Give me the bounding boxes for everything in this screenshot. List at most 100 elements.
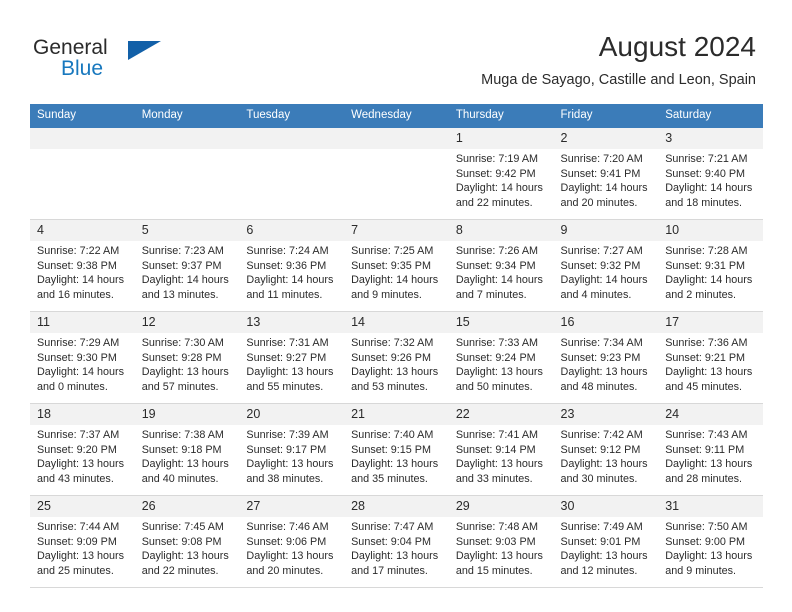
calendar-day-cell[interactable]: 11 Sunrise: 7:29 AM Sunset: 9:30 PM Dayligh… <box>30 311 135 404</box>
sunset-text: Sunset: 9:15 PM <box>351 443 431 456</box>
daylight-text-line2: and 40 minutes. <box>141 472 219 485</box>
calendar-day-cell[interactable]: 21 Sunrise: 7:40 AM Sunset: 9:15 PM Dayligh… <box>344 403 449 496</box>
day-number: 6 <box>239 220 345 241</box>
sunset-text: Sunset: 9:01 PM <box>560 535 641 548</box>
calendar-grid: Sunday Monday Tuesday Wednesday Thursday Frid… <box>30 104 763 588</box>
day-number: 30 <box>553 496 659 517</box>
day-details: Sunrise: 7:22 AM Sunset: 9:38 PM Daylight:… <box>30 241 135 302</box>
day-number: 16 <box>553 312 659 333</box>
daylight-text-line1: Daylight: 13 hours <box>351 458 439 471</box>
calendar-day-cell[interactable]: 12 Sunrise: 7:30 AM Sunset: 9:28 PM Dayligh… <box>134 311 240 404</box>
daylight-text-line2: and 50 minutes. <box>455 380 533 393</box>
daylight-text-line1: Daylight: 13 hours <box>455 550 543 563</box>
calendar-day-cell[interactable]: 29 Sunrise: 7:48 AM Sunset: 9:03 PM Dayligh… <box>448 495 554 588</box>
sunrise-text: Sunrise: 7:46 AM <box>246 521 329 533</box>
daylight-text-line1: Daylight: 14 hours <box>141 274 229 287</box>
calendar-day-cell[interactable]: 23 Sunrise: 7:42 AM Sunset: 9:12 PM Dayligh… <box>553 403 659 496</box>
daylight-text-line1: Daylight: 13 hours <box>665 458 753 471</box>
calendar-day-cell[interactable]: 7 Sunrise: 7:25 AM Sunset: 9:35 PM Daylight… <box>344 219 449 312</box>
sunset-text: Sunset: 9:21 PM <box>665 351 746 364</box>
sunset-text: Sunset: 9:42 PM <box>455 167 536 180</box>
day-number: 24 <box>658 404 763 425</box>
location-subtitle: Muga de Sayago, Castille and Leon, Spain <box>481 72 756 88</box>
calendar-day-cell[interactable]: 4 Sunrise: 7:22 AM Sunset: 9:38 PM Daylight… <box>30 219 135 312</box>
day-details: Sunrise: 7:23 AM Sunset: 9:37 PM Daylight:… <box>135 241 240 302</box>
day-number: 18 <box>30 404 135 425</box>
sunset-text: Sunset: 9:03 PM <box>455 535 536 548</box>
calendar-day-cell[interactable]: 17 Sunrise: 7:36 AM Sunset: 9:21 PM Dayligh… <box>658 311 763 404</box>
day-details: Sunrise: 7:46 AM Sunset: 9:06 PM Daylight:… <box>239 517 344 578</box>
daylight-text-line1: Daylight: 13 hours <box>560 550 648 563</box>
day-details: Sunrise: 7:33 AM Sunset: 9:24 PM Daylight:… <box>449 333 554 394</box>
calendar-day-cell[interactable]: 1 Sunrise: 7:19 AM Sunset: 9:42 PM Daylight… <box>448 127 554 220</box>
day-details: Sunrise: 7:43 AM Sunset: 9:11 PM Daylight:… <box>658 425 763 486</box>
daylight-text-line2: and 7 minutes. <box>455 288 527 301</box>
daylight-text-line2: and 12 minutes. <box>560 564 638 577</box>
sunrise-text: Sunrise: 7:45 AM <box>141 521 224 533</box>
calendar-day-cell[interactable]: 16 Sunrise: 7:34 AM Sunset: 9:23 PM Dayligh… <box>553 311 659 404</box>
calendar-day-cell[interactable]: 19 Sunrise: 7:38 AM Sunset: 9:18 PM Dayligh… <box>134 403 240 496</box>
weekday-header-wednesday: Wednesday <box>344 104 449 128</box>
daylight-text-line2: and 20 minutes. <box>246 564 324 577</box>
daylight-text-line2: and 30 minutes. <box>560 472 638 485</box>
daylight-text-line1: Daylight: 13 hours <box>141 458 229 471</box>
daylight-text-line2: and 57 minutes. <box>141 380 219 393</box>
calendar-day-cell[interactable]: 9 Sunrise: 7:27 AM Sunset: 9:32 PM Daylight… <box>553 219 659 312</box>
sunrise-text: Sunrise: 7:19 AM <box>455 153 539 165</box>
daylight-text-line2: and 22 minutes. <box>455 196 533 209</box>
day-number: 13 <box>239 312 345 333</box>
daylight-text-line1: Daylight: 14 hours <box>455 274 543 287</box>
daylight-text-line2: and 53 minutes. <box>351 380 428 393</box>
calendar-day-cell[interactable]: 5 Sunrise: 7:23 AM Sunset: 9:37 PM Daylight… <box>134 219 240 312</box>
sunrise-text: Sunrise: 7:25 AM <box>351 245 434 257</box>
day-details: Sunrise: 7:19 AM Sunset: 9:42 PM Daylight:… <box>449 149 554 210</box>
calendar-day-cell[interactable]: 3 Sunrise: 7:21 AM Sunset: 9:40 PM Daylight… <box>658 127 763 220</box>
daylight-text-line1: Daylight: 13 hours <box>665 550 753 563</box>
daylight-text-line2: and 0 minutes. <box>37 380 108 393</box>
calendar-day-cell[interactable]: 2 Sunrise: 7:20 AM Sunset: 9:41 PM Daylight… <box>553 127 659 220</box>
calendar-day-cell[interactable]: 26 Sunrise: 7:45 AM Sunset: 9:08 PM Dayligh… <box>134 495 240 588</box>
calendar-day-cell[interactable]: 13 Sunrise: 7:31 AM Sunset: 9:27 PM Dayligh… <box>239 311 345 404</box>
sunset-text: Sunset: 9:00 PM <box>665 535 746 548</box>
calendar-day-cell[interactable]: 6 Sunrise: 7:24 AM Sunset: 9:36 PM Daylight… <box>239 219 345 312</box>
calendar-day-cell[interactable]: 30 Sunrise: 7:49 AM Sunset: 9:01 PM Dayligh… <box>553 495 659 588</box>
daylight-text-line1: Daylight: 13 hours <box>351 550 439 563</box>
day-details: Sunrise: 7:48 AM Sunset: 9:03 PM Daylight:… <box>449 517 554 578</box>
calendar-day-cell[interactable]: 15 Sunrise: 7:33 AM Sunset: 9:24 PM Dayligh… <box>448 311 554 404</box>
calendar-header-row: Sunday Monday Tuesday Wednesday Thursday Frid… <box>30 104 763 128</box>
day-number: 4 <box>30 220 135 241</box>
logo-text-blue: Blue <box>61 57 104 80</box>
sunset-text: Sunset: 9:38 PM <box>37 259 117 272</box>
day-number: 12 <box>134 312 240 333</box>
calendar-day-cell[interactable]: 28 Sunrise: 7:47 AM Sunset: 9:04 PM Dayligh… <box>344 495 449 588</box>
weekday-header-sunday: Sunday <box>30 104 135 128</box>
daylight-text-line1: Daylight: 13 hours <box>246 366 334 379</box>
calendar-day-cell[interactable]: 14 Sunrise: 7:32 AM Sunset: 9:26 PM Dayligh… <box>344 311 449 404</box>
page-title: August 2024 <box>598 31 756 62</box>
calendar-day-cell[interactable]: 24 Sunrise: 7:43 AM Sunset: 9:11 PM Dayligh… <box>658 403 763 496</box>
daylight-text-line2: and 33 minutes. <box>455 472 533 485</box>
general-blue-logo[interactable]: General Blue <box>33 36 183 82</box>
calendar-day-cell[interactable]: 10 Sunrise: 7:28 AM Sunset: 9:31 PM Dayligh… <box>658 219 763 312</box>
daylight-text-line1: Daylight: 14 hours <box>560 274 648 287</box>
day-number: 20 <box>239 404 345 425</box>
calendar-day-cell[interactable]: 27 Sunrise: 7:46 AM Sunset: 9:06 PM Dayligh… <box>239 495 345 588</box>
calendar-day-cell[interactable]: 8 Sunrise: 7:26 AM Sunset: 9:34 PM Daylight… <box>448 219 554 312</box>
calendar-day-cell[interactable]: 31 Sunrise: 7:50 AM Sunset: 9:00 PM Dayligh… <box>658 495 763 588</box>
calendar-week-row: 1 Sunrise: 7:19 AM Sunset: 9:42 PM Daylight… <box>30 127 763 220</box>
day-details: Sunrise: 7:30 AM Sunset: 9:28 PM Daylight:… <box>135 333 240 394</box>
sunset-text: Sunset: 9:06 PM <box>246 535 327 548</box>
day-details: Sunrise: 7:45 AM Sunset: 9:08 PM Daylight:… <box>135 517 240 578</box>
daylight-text-line1: Daylight: 13 hours <box>246 550 334 563</box>
day-details: Sunrise: 7:25 AM Sunset: 9:35 PM Daylight:… <box>344 241 449 302</box>
sunset-text: Sunset: 9:40 PM <box>665 167 746 180</box>
sunset-text: Sunset: 9:28 PM <box>141 351 222 364</box>
calendar-day-cell[interactable]: 20 Sunrise: 7:39 AM Sunset: 9:17 PM Dayligh… <box>239 403 345 496</box>
daylight-text-line1: Daylight: 13 hours <box>351 366 439 379</box>
calendar-day-cell[interactable]: 22 Sunrise: 7:41 AM Sunset: 9:14 PM Dayligh… <box>448 403 554 496</box>
calendar-day-cell[interactable]: 18 Sunrise: 7:37 AM Sunset: 9:20 PM Dayligh… <box>30 403 135 496</box>
title-block: August 2024 Muga de Sayago, Castille and… <box>481 30 756 90</box>
daylight-text-line2: and 17 minutes. <box>351 564 428 577</box>
day-number: 14 <box>344 312 449 333</box>
calendar-day-cell[interactable]: 25 Sunrise: 7:44 AM Sunset: 9:09 PM Dayligh… <box>30 495 135 588</box>
